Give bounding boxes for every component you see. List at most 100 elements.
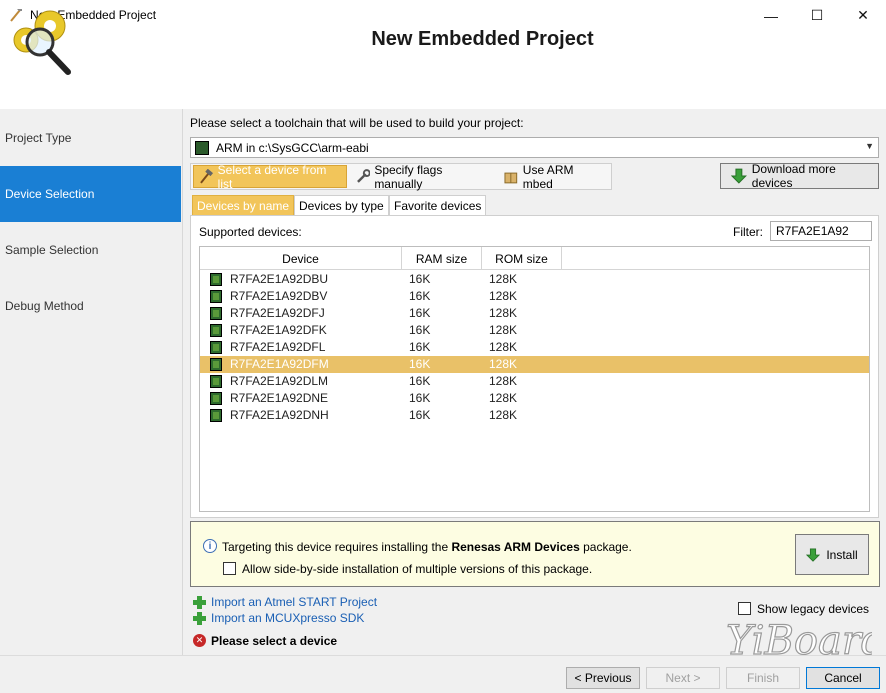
toolchain-dropdown[interactable]: ARM in c:\SysGCC\arm-eabi ▼	[190, 137, 879, 158]
chip-icon	[210, 358, 222, 371]
device-ram: 16K	[409, 391, 431, 405]
import-mcux-link[interactable]: Import an MCUXpresso SDK	[193, 611, 364, 625]
device-ram: 16K	[409, 323, 431, 337]
device-name: R7FA2E1A92DFJ	[230, 306, 325, 320]
plus-icon	[193, 595, 206, 609]
device-rom: 128K	[489, 391, 518, 405]
plus-icon	[193, 611, 206, 625]
device-ram: 16K	[409, 408, 431, 422]
install-label: Install	[826, 547, 858, 562]
device-row[interactable]: R7FA2E1A92DBV 16K 128K	[200, 288, 869, 305]
use-mbed-label: Use ARM mbed	[522, 162, 574, 191]
error-icon: ✕	[193, 634, 206, 647]
wrench-icon	[356, 168, 371, 183]
device-ram: 16K	[409, 357, 431, 371]
device-name: R7FA2E1A92DFL	[230, 340, 326, 354]
download-more-devices-label: Download more devices	[751, 162, 836, 190]
side-by-side-label[interactable]: Allow side-by-side installation of multi…	[242, 562, 592, 576]
filter-input[interactable]: R7FA2E1A92	[770, 221, 872, 241]
device-name: R7FA2E1A92DFM	[230, 357, 329, 371]
page-title: New Embedded Project	[371, 28, 594, 50]
info-text-before: Targeting this device requires installin…	[222, 540, 452, 554]
toolchain-selected-value: ARM in c:\SysGCC\arm-eabi	[216, 140, 369, 155]
column-header-rom[interactable]: ROM size	[482, 247, 562, 270]
close-button[interactable]: ✕	[840, 0, 886, 31]
device-list: Device RAM size ROM size R7FA2E1A92DBU 1…	[199, 246, 870, 512]
device-row[interactable]: R7FA2E1A92DFK 16K 128K	[200, 322, 869, 339]
device-mode-toolbar: Select a device from list Specify flags …	[190, 162, 612, 191]
finish-button[interactable]: Finish	[726, 667, 800, 689]
side-by-side-checkbox[interactable]	[223, 562, 236, 575]
device-ram: 16K	[409, 289, 431, 303]
device-rom: 128K	[489, 357, 518, 371]
device-row[interactable]: R7FA2E1A92DFL 16K 128K	[200, 339, 869, 356]
device-row-selected[interactable]: R7FA2E1A92DFM 16K 128K	[200, 356, 869, 373]
info-text-after: package.	[579, 540, 632, 554]
sidebar-item-sample-selection[interactable]: Sample Selection	[0, 222, 181, 278]
device-list-header: Device RAM size ROM size	[200, 247, 869, 270]
supported-devices-label: Supported devices:	[199, 225, 302, 239]
device-rom: 128K	[489, 408, 518, 422]
import-mcux-label: Import an MCUXpresso SDK	[211, 611, 365, 625]
sidebar-item-device-selection[interactable]: Device Selection	[0, 166, 181, 222]
column-header-device[interactable]: Device	[200, 247, 402, 270]
device-row[interactable]: R7FA2E1A92DFJ 16K 128K	[200, 305, 869, 322]
tab-devices-by-type[interactable]: Devices by type	[294, 195, 389, 216]
device-name: R7FA2E1A92DNE	[230, 391, 329, 405]
device-row[interactable]: R7FA2E1A92DNE 16K 128K	[200, 390, 869, 407]
maximize-button[interactable]: ☐	[794, 0, 840, 31]
device-ram: 16K	[409, 374, 431, 388]
hammer-icon	[200, 168, 214, 183]
device-rom: 128K	[489, 374, 518, 388]
sidebar-item-debug-method[interactable]: Debug Method	[0, 278, 181, 334]
minimize-button[interactable]: —	[748, 0, 794, 31]
device-name: R7FA2E1A92DBU	[230, 272, 329, 286]
device-name: R7FA2E1A92DNH	[230, 408, 329, 422]
chevron-down-icon: ▼	[865, 141, 874, 151]
tab-favorite-devices[interactable]: Favorite devices	[389, 195, 487, 216]
chip-icon	[210, 307, 222, 320]
down-arrow-icon	[806, 547, 821, 562]
device-row[interactable]: R7FA2E1A92DLM 16K 128K	[200, 373, 869, 390]
device-name: R7FA2E1A92DBV	[230, 289, 328, 303]
use-mbed-button[interactable]: Use ARM mbed	[499, 162, 609, 191]
previous-button[interactable]: < Previous	[566, 667, 640, 689]
package-name: Renesas ARM Devices	[451, 540, 580, 554]
device-rom: 128K	[489, 340, 518, 354]
tab-devices-by-name[interactable]: Devices by name	[192, 195, 295, 216]
chip-icon	[210, 290, 222, 303]
chip-icon	[195, 140, 209, 155]
device-ram: 16K	[409, 340, 431, 354]
import-atmel-link[interactable]: Import an Atmel START Project	[193, 595, 377, 609]
select-from-list-label: Select a device from list	[217, 162, 327, 191]
device-row[interactable]: R7FA2E1A92DBU 16K 128K	[200, 271, 869, 288]
device-name: R7FA2E1A92DLM	[230, 374, 329, 388]
device-rom: 128K	[489, 272, 518, 286]
chip-icon	[210, 392, 222, 405]
sidebar-item-project-type[interactable]: Project Type	[0, 110, 181, 166]
device-rom: 128K	[489, 289, 518, 303]
error-message: Please select a device	[211, 634, 338, 648]
specify-flags-button[interactable]: Specify flags manually	[351, 162, 495, 191]
chip-icon	[210, 375, 222, 388]
install-button[interactable]: Install	[795, 534, 869, 575]
next-button[interactable]: Next >	[646, 667, 720, 689]
cancel-button[interactable]: Cancel	[806, 667, 880, 689]
chip-icon	[210, 324, 222, 337]
chip-icon	[210, 273, 222, 286]
package-info-box	[190, 521, 880, 587]
download-more-devices-button[interactable]: Download more devices	[720, 162, 879, 190]
import-atmel-label: Import an Atmel START Project	[211, 595, 378, 609]
select-from-list-button[interactable]: Select a device from list	[193, 162, 347, 191]
package-info-text: Targeting this device requires installin…	[222, 540, 632, 554]
device-row[interactable]: R7FA2E1A92DNH 16K 128K	[200, 407, 869, 424]
wizard-sidebar: Project Type Device Selection Sample Sel…	[0, 109, 183, 655]
device-rom: 128K	[489, 323, 518, 337]
down-arrow-icon	[731, 168, 747, 184]
column-header-ram[interactable]: RAM size	[402, 247, 482, 270]
toolchain-prompt: Please select a toolchain that will be u…	[190, 116, 524, 130]
specify-flags-label: Specify flags manually	[374, 162, 443, 191]
chip-icon	[210, 341, 222, 354]
filter-label: Filter:	[733, 225, 763, 239]
chip-icon	[210, 409, 222, 422]
